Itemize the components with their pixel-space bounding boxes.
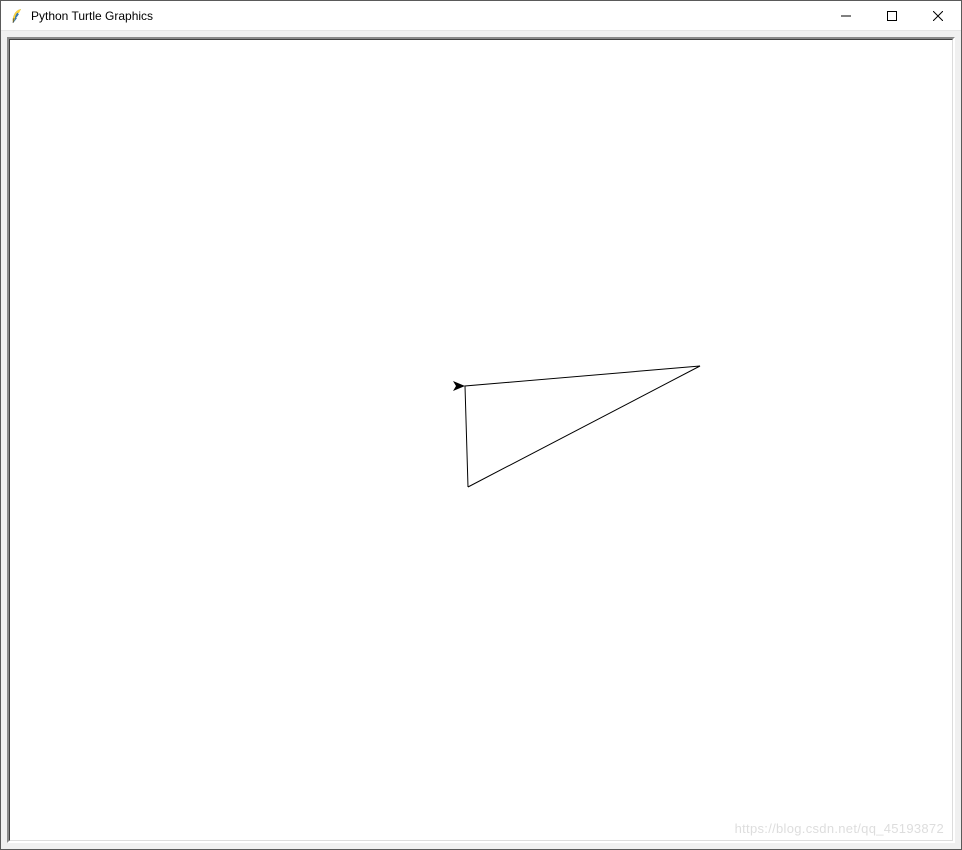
client-area: https://blog.csdn.net/qq_45193872 <box>1 31 961 849</box>
turtle-drawn-path <box>465 366 700 487</box>
application-window: Python Turtle Graphics https <box>0 0 962 850</box>
python-feather-icon <box>9 8 25 24</box>
maximize-button[interactable] <box>869 1 915 30</box>
turtle-canvas <box>10 40 952 840</box>
turtle-cursor-icon <box>453 381 465 391</box>
titlebar[interactable]: Python Turtle Graphics <box>1 1 961 31</box>
window-title: Python Turtle Graphics <box>31 1 823 31</box>
canvas-inner: https://blog.csdn.net/qq_45193872 <box>9 39 953 841</box>
minimize-button[interactable] <box>823 1 869 30</box>
canvas-frame: https://blog.csdn.net/qq_45193872 <box>7 37 955 843</box>
close-button[interactable] <box>915 1 961 30</box>
window-controls <box>823 1 961 30</box>
